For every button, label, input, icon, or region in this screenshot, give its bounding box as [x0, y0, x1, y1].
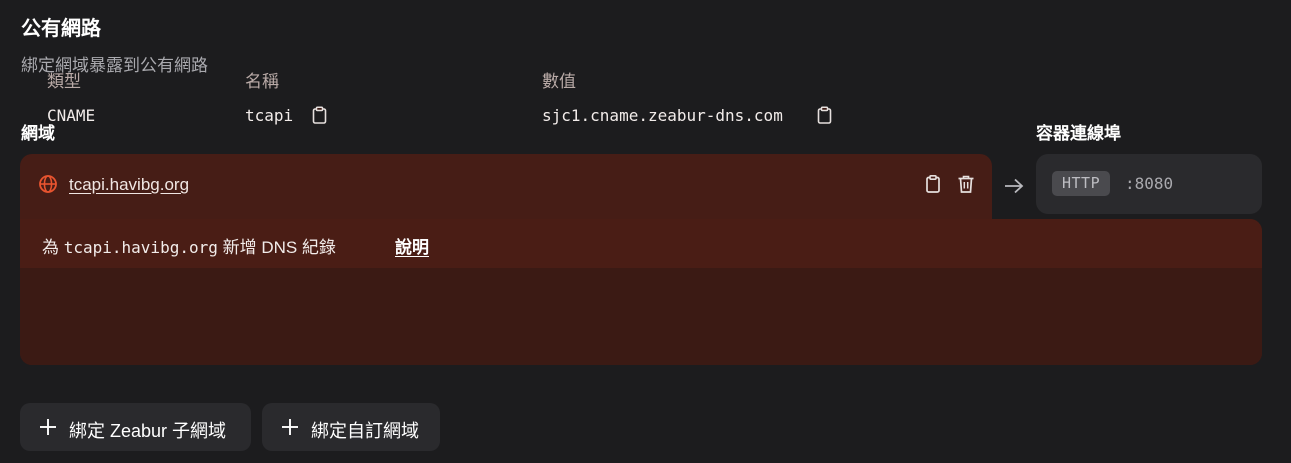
dns-record-card: 為 tcapi.havibg.org 新增 DNS 紀錄 說明	[20, 219, 1262, 365]
container-port-label: 容器連線埠	[1036, 124, 1121, 143]
dns-instruction-suffix: 新增 DNS 紀錄	[222, 238, 336, 257]
domain-card: tcapi.havibg.org	[20, 154, 992, 219]
bind-custom-domain-label: 綁定自訂網域	[311, 421, 419, 441]
plus-icon	[282, 419, 298, 435]
protocol-badge: HTTP	[1052, 171, 1111, 196]
arrow-right-icon	[1005, 178, 1024, 194]
dns-table	[20, 268, 1262, 365]
trash-icon[interactable]	[955, 173, 977, 195]
record-type: CNAME	[47, 106, 96, 125]
globe-icon	[39, 175, 57, 193]
bind-zeabur-subdomain-label: 綁定 Zeabur 子網域	[69, 421, 227, 441]
domain-link[interactable]: tcapi.havibg.org	[69, 175, 189, 195]
column-header-name: 名稱	[245, 72, 279, 91]
copy-icon[interactable]	[815, 105, 834, 125]
plus-icon	[40, 419, 56, 435]
help-link[interactable]: 說明	[395, 233, 429, 258]
dns-instruction: 為 tcapi.havibg.org 新增 DNS 紀錄	[42, 233, 336, 258]
dns-instruction-prefix: 為	[42, 238, 59, 257]
copy-icon[interactable]	[310, 105, 329, 125]
column-header-type: 類型	[47, 72, 81, 91]
column-header-value: 數值	[542, 72, 576, 91]
bind-zeabur-subdomain-button[interactable]: 綁定 Zeabur 子網域	[20, 403, 251, 451]
dns-instruction-bar: 為 tcapi.havibg.org 新增 DNS 紀錄 說明	[20, 219, 1262, 268]
bind-custom-domain-button[interactable]: 綁定自訂網域	[262, 403, 440, 451]
record-name: tcapi	[245, 106, 294, 125]
page-title: 公有網路	[21, 18, 101, 40]
copy-icon[interactable]	[922, 173, 944, 195]
port-number: :8080	[1125, 174, 1174, 193]
record-value: sjc1.cname.zeabur-dns.com	[542, 106, 783, 125]
container-port-card[interactable]: HTTP :8080	[1036, 154, 1262, 214]
dns-instruction-domain: tcapi.havibg.org	[63, 238, 218, 257]
